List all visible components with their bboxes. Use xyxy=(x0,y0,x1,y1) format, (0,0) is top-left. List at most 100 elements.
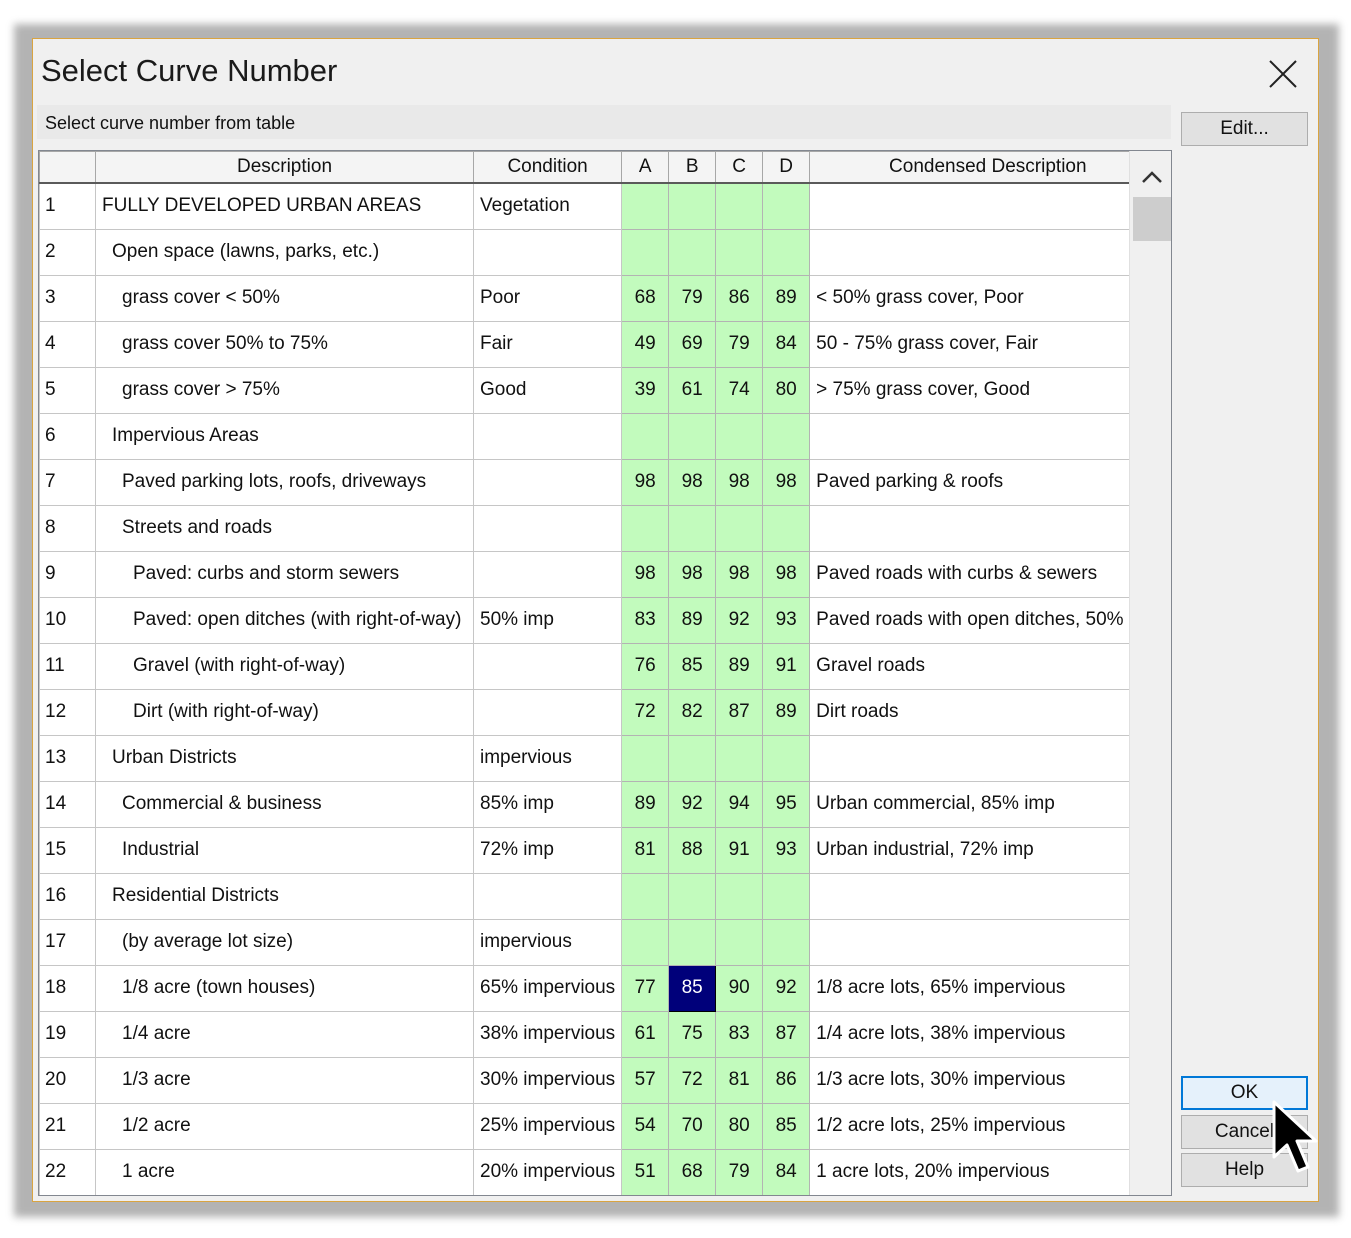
curve-number-cell-c[interactable]: 87 xyxy=(715,688,764,736)
condensed-description-cell[interactable]: 1/3 acre lots, 30% impervious xyxy=(809,1056,1167,1104)
condition-cell[interactable] xyxy=(472,550,623,598)
condition-cell[interactable] xyxy=(472,504,623,552)
curve-number-cell-d[interactable]: 89 xyxy=(762,274,811,322)
soil-group-a-header[interactable]: A xyxy=(621,151,670,184)
curve-number-cell-a[interactable]: 76 xyxy=(621,642,670,690)
description-cell[interactable]: FULLY DEVELOPED URBAN AREAS xyxy=(95,182,474,230)
edit-button[interactable]: Edit... xyxy=(1181,112,1308,146)
description-cell[interactable]: grass cover 50% to 75% xyxy=(95,320,474,368)
condensed-description-cell[interactable]: Paved parking & roofs xyxy=(809,458,1167,506)
curve-number-cell-b[interactable]: 79 xyxy=(668,274,717,322)
curve-number-cell-d[interactable] xyxy=(762,734,811,782)
curve-number-cell-c[interactable]: 94 xyxy=(715,780,764,828)
condition-cell[interactable]: 30% impervious xyxy=(472,1056,623,1104)
condition-header[interactable]: Condition xyxy=(472,151,623,184)
curve-number-cell-b[interactable]: 69 xyxy=(668,320,717,368)
table-row[interactable]: 13 Urban Districts impervious xyxy=(39,734,1167,782)
curve-number-cell-d[interactable]: 87 xyxy=(762,1010,811,1058)
table-row[interactable]: 11 Gravel (with right-of-way) 76 85 89 91 Grav… xyxy=(39,642,1167,690)
curve-number-cell-d[interactable]: 98 xyxy=(762,458,811,506)
condensed-description-cell[interactable]: 1 acre lots, 20% impervious xyxy=(809,1148,1167,1195)
curve-number-cell-d[interactable] xyxy=(762,504,811,552)
curve-number-cell-b[interactable]: 75 xyxy=(668,1010,717,1058)
table-row[interactable]: 1 FULLY DEVELOPED URBAN AREAS Vegetation xyxy=(39,182,1167,230)
condensed-description-cell[interactable]: Paved roads with open ditches, 50% imp xyxy=(809,596,1167,644)
condition-cell[interactable]: impervious xyxy=(472,918,623,966)
curve-number-cell-c[interactable]: 81 xyxy=(715,1056,764,1104)
curve-number-cell-d[interactable] xyxy=(762,412,811,460)
curve-number-cell-d[interactable]: 80 xyxy=(762,366,811,414)
table-row[interactable]: 18 1/8 acre (town houses) 65% impervious 77… xyxy=(39,964,1167,1012)
curve-number-cell-b[interactable]: 61 xyxy=(668,366,717,414)
curve-number-cell-b[interactable] xyxy=(668,918,717,966)
condition-cell[interactable]: Poor xyxy=(472,274,623,322)
curve-number-cell-a[interactable]: 83 xyxy=(621,596,670,644)
curve-number-cell-a[interactable]: 68 xyxy=(621,274,670,322)
condensed-description-cell[interactable] xyxy=(809,182,1167,230)
description-cell[interactable]: Urban Districts xyxy=(95,734,474,782)
curve-number-cell-a[interactable]: 77 xyxy=(621,964,670,1012)
curve-number-cell-a[interactable] xyxy=(621,504,670,552)
curve-number-cell-a[interactable] xyxy=(621,182,670,230)
condition-cell[interactable] xyxy=(472,872,623,920)
description-cell[interactable]: 1/3 acre xyxy=(95,1056,474,1104)
curve-number-cell-a[interactable]: 72 xyxy=(621,688,670,736)
description-cell[interactable]: Streets and roads xyxy=(95,504,474,552)
condition-cell[interactable]: 85% imp xyxy=(472,780,623,828)
condition-cell[interactable] xyxy=(472,642,623,690)
description-cell[interactable]: 1 acre xyxy=(95,1148,474,1195)
condensed-description-cell[interactable] xyxy=(809,504,1167,552)
curve-number-cell-c[interactable]: 89 xyxy=(715,642,764,690)
condensed-description-cell[interactable]: Urban commercial, 85% imp xyxy=(809,780,1167,828)
description-cell[interactable]: Open space (lawns, parks, etc.) xyxy=(95,228,474,276)
curve-number-cell-b[interactable] xyxy=(668,872,717,920)
curve-number-cell-b[interactable]: 85 xyxy=(668,964,717,1012)
curve-number-cell-d[interactable]: 98 xyxy=(762,550,811,598)
table-row[interactable]: 14 Commercial & business 85% imp 89 92 94 95 Ur… xyxy=(39,780,1167,828)
table-row[interactable]: 16 Residential Districts xyxy=(39,872,1167,920)
curve-number-cell-c[interactable] xyxy=(715,228,764,276)
description-cell[interactable]: Paved: curbs and storm sewers xyxy=(95,550,474,598)
condensed-description-cell[interactable]: 1/4 acre lots, 38% impervious xyxy=(809,1010,1167,1058)
description-cell[interactable]: grass cover < 50% xyxy=(95,274,474,322)
table-row[interactable]: 21 1/2 acre 25% impervious 54 70 80 85 1/2 acre… xyxy=(39,1102,1167,1150)
curve-number-cell-c[interactable] xyxy=(715,412,764,460)
curve-number-cell-a[interactable]: 89 xyxy=(621,780,670,828)
curve-number-cell-b[interactable]: 72 xyxy=(668,1056,717,1104)
table-row[interactable]: 4 grass cover 50% to 75% Fair 49 69 79 84 50 - … xyxy=(39,320,1167,368)
condensed-description-cell[interactable]: Dirt roads xyxy=(809,688,1167,736)
table-row[interactable]: 8 Streets and roads xyxy=(39,504,1167,552)
curve-number-cell-d[interactable]: 92 xyxy=(762,964,811,1012)
curve-number-cell-a[interactable]: 98 xyxy=(621,458,670,506)
curve-number-cell-a[interactable]: 81 xyxy=(621,826,670,874)
condensed-description-cell[interactable]: Urban industrial, 72% imp xyxy=(809,826,1167,874)
curve-number-cell-c[interactable]: 90 xyxy=(715,964,764,1012)
curve-number-cell-c[interactable]: 86 xyxy=(715,274,764,322)
condensed-description-cell[interactable] xyxy=(809,872,1167,920)
condensed-description-cell[interactable] xyxy=(809,734,1167,782)
description-cell[interactable]: 1/8 acre (town houses) xyxy=(95,964,474,1012)
condensed-description-cell[interactable]: < 50% grass cover, Poor xyxy=(809,274,1167,322)
condition-cell[interactable] xyxy=(472,688,623,736)
description-cell[interactable]: 1/4 acre xyxy=(95,1010,474,1058)
curve-number-cell-d[interactable]: 84 xyxy=(762,320,811,368)
description-cell[interactable]: Impervious Areas xyxy=(95,412,474,460)
description-cell[interactable]: Paved parking lots, roofs, driveways xyxy=(95,458,474,506)
curve-number-cell-a[interactable]: 39 xyxy=(621,366,670,414)
condensed-description-cell[interactable]: 1/2 acre lots, 25% impervious xyxy=(809,1102,1167,1150)
curve-number-cell-a[interactable]: 54 xyxy=(621,1102,670,1150)
curve-number-cell-c[interactable] xyxy=(715,504,764,552)
curve-number-cell-d[interactable]: 86 xyxy=(762,1056,811,1104)
vertical-scrollbar[interactable] xyxy=(1129,151,1171,1195)
curve-number-cell-b[interactable] xyxy=(668,734,717,782)
condition-cell[interactable] xyxy=(472,458,623,506)
curve-number-cell-a[interactable]: 98 xyxy=(621,550,670,598)
curve-number-cell-c[interactable] xyxy=(715,734,764,782)
condition-cell[interactable]: 65% impervious xyxy=(472,964,623,1012)
curve-number-cell-c[interactable]: 98 xyxy=(715,550,764,598)
curve-number-cell-d[interactable] xyxy=(762,918,811,966)
curve-number-cell-d[interactable]: 85 xyxy=(762,1102,811,1150)
description-cell[interactable]: Commercial & business xyxy=(95,780,474,828)
condition-cell[interactable]: Vegetation xyxy=(472,182,623,230)
curve-number-cell-c[interactable]: 74 xyxy=(715,366,764,414)
